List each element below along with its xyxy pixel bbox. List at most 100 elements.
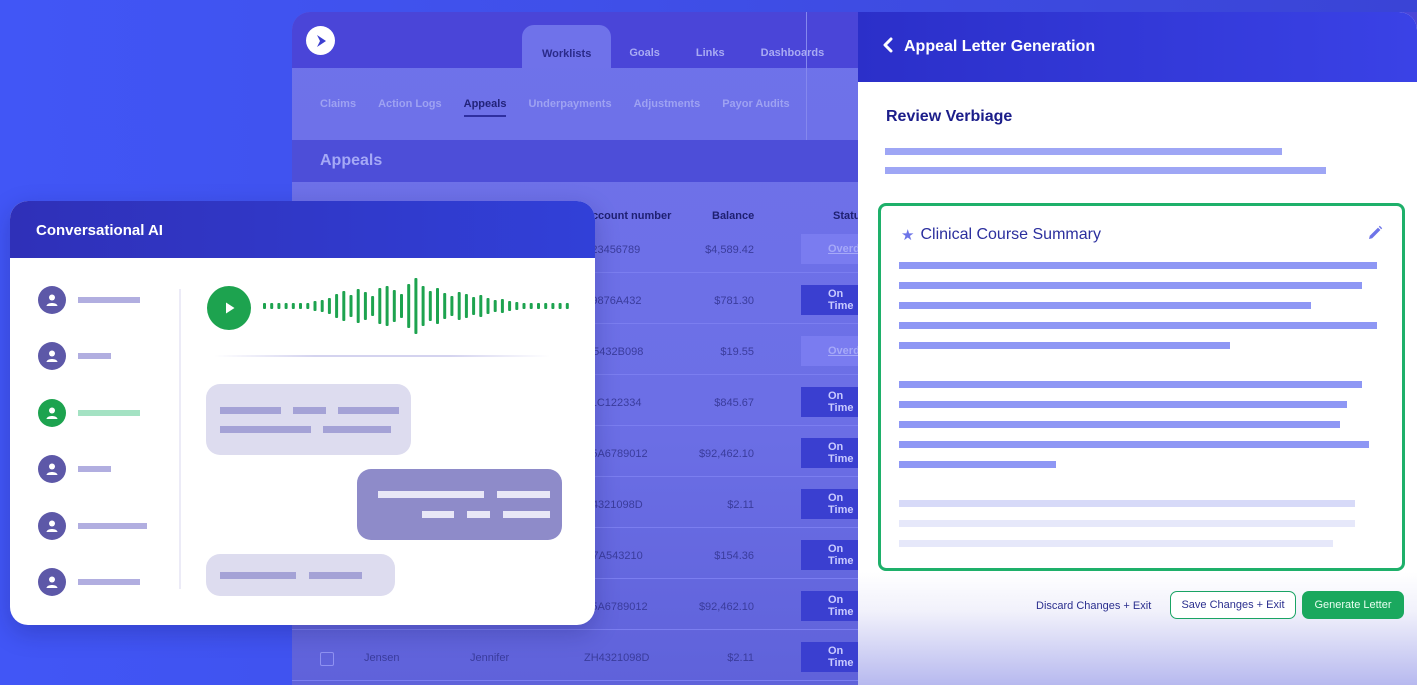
tab-goals[interactable]: Goals — [611, 25, 678, 68]
waveform-bar — [500, 299, 504, 313]
status-badge[interactable]: On Time — [801, 642, 861, 672]
subnav-adjustments[interactable]: Adjustments — [634, 98, 701, 117]
cell-balance: $154.36 — [714, 550, 754, 562]
message-placeholder — [497, 491, 550, 498]
save-changes-button[interactable]: Save Changes + Exit — [1170, 591, 1296, 619]
message-placeholder — [220, 572, 296, 579]
message-placeholder — [309, 572, 362, 579]
waveform-bar — [428, 291, 432, 321]
pencil-icon[interactable] — [1366, 224, 1384, 242]
user-icon — [38, 568, 66, 596]
cell-balance: $2.11 — [727, 499, 754, 511]
contact-item[interactable] — [38, 568, 178, 596]
conversational-ai-card: Conversational AI — [10, 201, 595, 625]
status-badge[interactable]: On Time — [801, 285, 861, 315]
card-title: Clinical Course Summary — [920, 226, 1101, 243]
subnav-appeals[interactable]: Appeals — [463, 98, 507, 117]
row-divider — [292, 629, 892, 630]
status-badge[interactable]: Overdue — [801, 336, 873, 366]
column-header-balance[interactable]: Balance — [712, 210, 754, 222]
cell-account-number: ZH4321098D — [584, 652, 650, 664]
waveform-bar — [270, 303, 274, 309]
waveform-bar — [392, 290, 396, 322]
discard-changes-link[interactable]: Discard Changes + Exit — [1036, 600, 1151, 612]
user-icon — [38, 342, 66, 370]
play-icon[interactable] — [207, 286, 251, 330]
contact-name-placeholder — [78, 297, 140, 303]
cell-last-name: Jensen — [364, 652, 400, 664]
waveform-bar — [486, 298, 490, 314]
user-icon — [38, 399, 66, 427]
status-badge[interactable]: On Time — [801, 540, 861, 570]
text-placeholder-line — [899, 302, 1311, 309]
status-badge[interactable]: Overdue — [801, 234, 873, 264]
contact-name-placeholder — [78, 466, 111, 472]
contact-item[interactable] — [38, 342, 178, 370]
user-icon — [38, 512, 66, 540]
subnav-action-logs[interactable]: Action Logs — [378, 98, 442, 117]
status-badge[interactable]: On Time — [801, 438, 861, 468]
tab-links[interactable]: Links — [678, 25, 743, 68]
tab-dashboards[interactable]: Dashboards — [743, 25, 843, 68]
waveform-bar — [327, 298, 331, 314]
subnav-claims[interactable]: Claims — [320, 98, 356, 117]
contact-item[interactable] — [38, 512, 178, 540]
contact-item[interactable] — [38, 286, 178, 314]
subnav-payor-audits[interactable]: Payor Audits — [722, 98, 789, 117]
column-header-account[interactable]: Account number — [584, 210, 671, 222]
panel-title: Appeal Letter Generation — [904, 38, 1096, 55]
tab-worklists[interactable]: Worklists — [522, 25, 612, 68]
waveform-bar — [421, 286, 425, 326]
text-placeholder-line — [899, 520, 1355, 527]
waveform-bar — [277, 303, 281, 309]
status-badge[interactable]: On Time — [801, 591, 861, 621]
cell-balance: $92,462.10 — [698, 448, 754, 460]
row-divider — [292, 680, 892, 681]
text-placeholder-line — [885, 167, 1326, 174]
waveform-bar — [522, 303, 526, 309]
ai-divider — [179, 289, 181, 589]
clinical-course-summary-card[interactable]: ★ Clinical Course Summary — [878, 203, 1405, 571]
user-icon — [38, 455, 66, 483]
waveform-bar — [349, 295, 353, 317]
status-badge[interactable]: On Time — [801, 387, 861, 417]
waveform-bar — [385, 286, 389, 326]
waveform-bar — [414, 278, 418, 334]
appeal-letter-panel: Appeal Letter Generation Review Verbiage… — [858, 12, 1417, 685]
waveform-bar — [284, 303, 288, 309]
generate-letter-button[interactable]: Generate Letter — [1302, 591, 1404, 619]
worklist-subnav: Claims Action Logs Appeals Underpayments… — [320, 98, 790, 117]
waveform-bar — [313, 301, 317, 311]
waveform-bar — [515, 302, 519, 310]
status-badge[interactable]: On Time — [801, 489, 861, 519]
waveform-bar — [371, 296, 375, 316]
audio-waveform[interactable] — [262, 277, 572, 335]
back-chevron-icon[interactable] — [882, 37, 894, 57]
waveform-bar — [558, 303, 562, 309]
chat-bubble-incoming — [206, 554, 395, 596]
waveform-bar — [356, 289, 360, 323]
contact-item-active[interactable] — [38, 399, 178, 427]
cell-balance: $781.30 — [714, 295, 754, 307]
waveform-bar — [551, 303, 555, 309]
text-placeholder-line — [899, 282, 1362, 289]
subnav-underpayments[interactable]: Underpayments — [528, 98, 611, 117]
text-placeholder-line — [899, 381, 1362, 388]
waveform-bar — [263, 303, 266, 309]
waveform-bar — [479, 295, 483, 317]
waveform-bar — [493, 300, 497, 312]
waveform-bar — [450, 296, 454, 316]
waveform-bar — [306, 303, 310, 309]
row-checkbox[interactable] — [320, 652, 334, 666]
waveform-bar — [537, 303, 540, 309]
waveform-divider — [214, 355, 550, 357]
waveform-bar — [544, 303, 548, 309]
contact-item[interactable] — [38, 455, 178, 483]
cell-balance: $845.67 — [714, 397, 754, 409]
section-title: Appeals — [320, 152, 383, 169]
waveform-bar — [464, 294, 468, 318]
text-placeholder-line — [899, 500, 1355, 507]
logo-icon[interactable] — [306, 26, 335, 55]
waveform-bar — [457, 292, 461, 320]
message-placeholder — [503, 511, 550, 518]
